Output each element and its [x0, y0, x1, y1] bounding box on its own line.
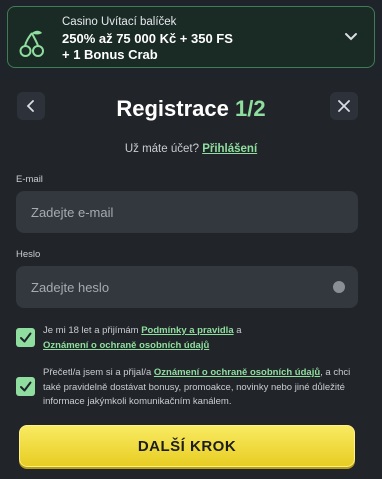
- chevron-down-icon[interactable]: [344, 30, 358, 44]
- terms-link[interactable]: Podmínky a pravidla: [141, 325, 233, 336]
- page-title: Registrace 1/2: [0, 96, 382, 122]
- login-prompt-row: Už máte účet? Přihlášení: [0, 143, 382, 155]
- welcome-bonus-banner[interactable]: Casino Uvítací balíček 250% až 75 000 Kč…: [7, 6, 375, 68]
- promo-title: 250% až 75 000 Kč + 350 FS + 1 Bonus Cra…: [62, 31, 332, 63]
- age-terms-text-mid: a: [236, 325, 242, 336]
- age-terms-text-before: Je mi 18 let a přijímám: [43, 325, 139, 336]
- checkmark-icon: [20, 332, 32, 343]
- title-text: Registrace: [116, 96, 229, 121]
- login-prompt: Už máte účet?: [124, 143, 199, 155]
- close-icon: [338, 100, 350, 112]
- password-field[interactable]: Zadejte heslo: [16, 266, 358, 308]
- age-terms-text: Je mi 18 let a přijímám Podmínky a pravi…: [43, 324, 363, 353]
- email-placeholder: Zadejte e-mail: [31, 204, 114, 220]
- registration-page: Casino Uvítací balíček 250% až 75 000 Kč…: [0, 0, 382, 479]
- cherry-icon: [19, 30, 44, 57]
- privacy-link[interactable]: Oznámení o ochraně osobních údajů: [43, 340, 209, 351]
- login-link[interactable]: Přihlášení: [202, 143, 257, 155]
- checkmark-icon: [20, 381, 32, 392]
- marketing-text-before: Přečetl/a jsem si a přijal/a: [43, 367, 152, 378]
- promo-subtitle: Casino Uvítací balíček: [62, 16, 177, 28]
- password-label: Heslo: [16, 249, 41, 260]
- marketing-text: Přečetl/a jsem si a přijal/a Oznámení o …: [43, 366, 363, 410]
- close-button[interactable]: [330, 92, 358, 120]
- password-placeholder: Zadejte heslo: [31, 279, 110, 295]
- marketing-checkbox[interactable]: [16, 377, 35, 396]
- email-label: E-mail: [16, 174, 43, 185]
- step-indicator: 1/2: [235, 96, 266, 121]
- age-terms-checkbox[interactable]: [16, 328, 35, 347]
- email-field[interactable]: Zadejte e-mail: [16, 191, 358, 233]
- show-password-icon[interactable]: [333, 281, 345, 293]
- promo-title-line2: + 1 Bonus Crab: [62, 47, 158, 62]
- privacy-link-marketing[interactable]: Oznámení o ochraně osobních údajů: [154, 367, 320, 378]
- promo-title-line1: 250% až 75 000 Kč + 350 FS: [62, 31, 233, 46]
- next-step-button[interactable]: DALŠÍ KROK: [19, 425, 355, 467]
